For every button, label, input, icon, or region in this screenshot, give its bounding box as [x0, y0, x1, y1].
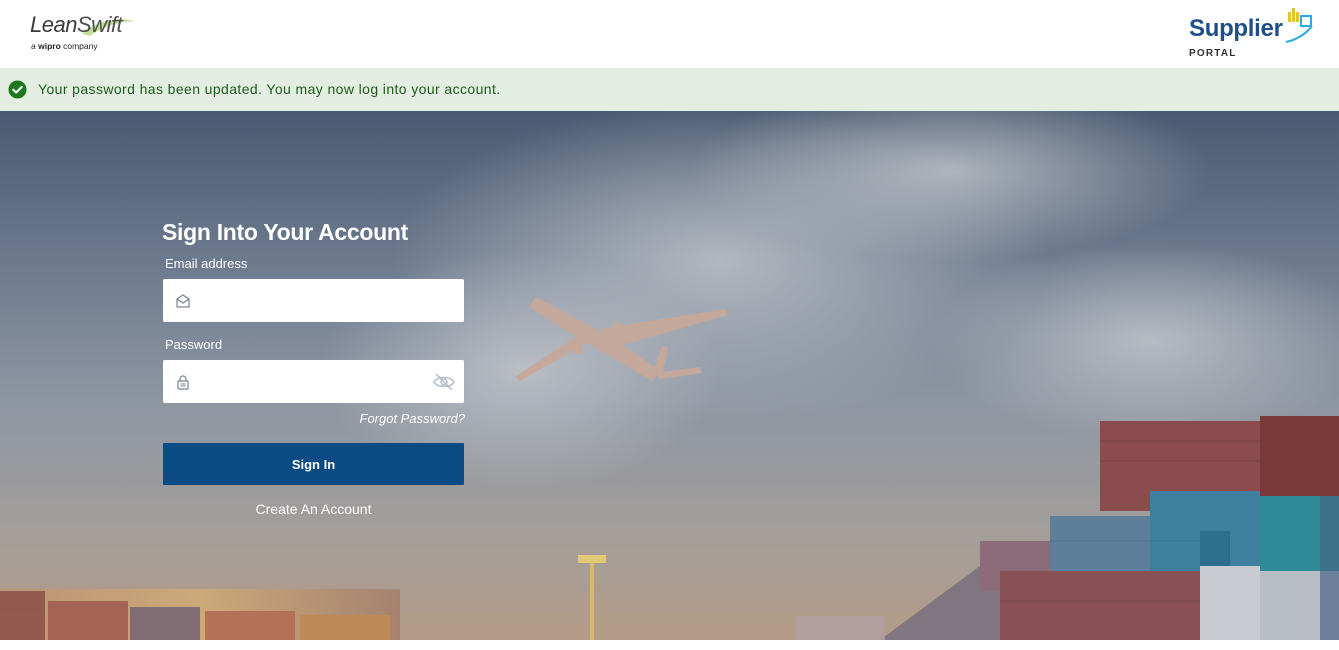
email-input[interactable] — [203, 279, 423, 322]
leanswift-wordmark: LeanSwift — [30, 12, 123, 37]
envelope-icon — [176, 294, 190, 308]
sign-in-button[interactable]: Sign In — [163, 443, 464, 485]
password-input[interactable] — [203, 360, 423, 403]
supplier-portal-logo[interactable]: Supplier PORTAL — [1186, 6, 1321, 64]
leanswift-tagline: a wipro company — [31, 41, 98, 51]
create-account-link[interactable]: Create An Account — [163, 501, 464, 517]
password-field[interactable] — [163, 360, 464, 403]
email-label: Email address — [165, 256, 248, 271]
email-field[interactable] — [163, 279, 464, 322]
signin-title: Sign Into Your Account — [162, 219, 408, 245]
header: LeanSwift a wipro company Supplier PORTA… — [0, 0, 1339, 68]
hero-background: Sign Into Your Account Email address Pas… — [0, 111, 1339, 640]
lock-icon — [177, 375, 189, 390]
alert-message: Your password has been updated. You may … — [38, 81, 501, 97]
success-alert: Your password has been updated. You may … — [0, 68, 1339, 111]
leanswift-logo[interactable]: LeanSwift a wipro company — [30, 12, 170, 56]
eye-slash-icon[interactable] — [432, 370, 456, 394]
supplier-wordmark: Supplier — [1189, 15, 1283, 42]
password-label: Password — [165, 337, 223, 352]
forgot-password-link[interactable]: Forgot Password? — [330, 411, 466, 426]
supplier-portal-graphic-icon — [1285, 8, 1313, 43]
portal-subtitle: PORTAL — [1189, 48, 1237, 59]
check-circle-icon — [8, 80, 27, 99]
